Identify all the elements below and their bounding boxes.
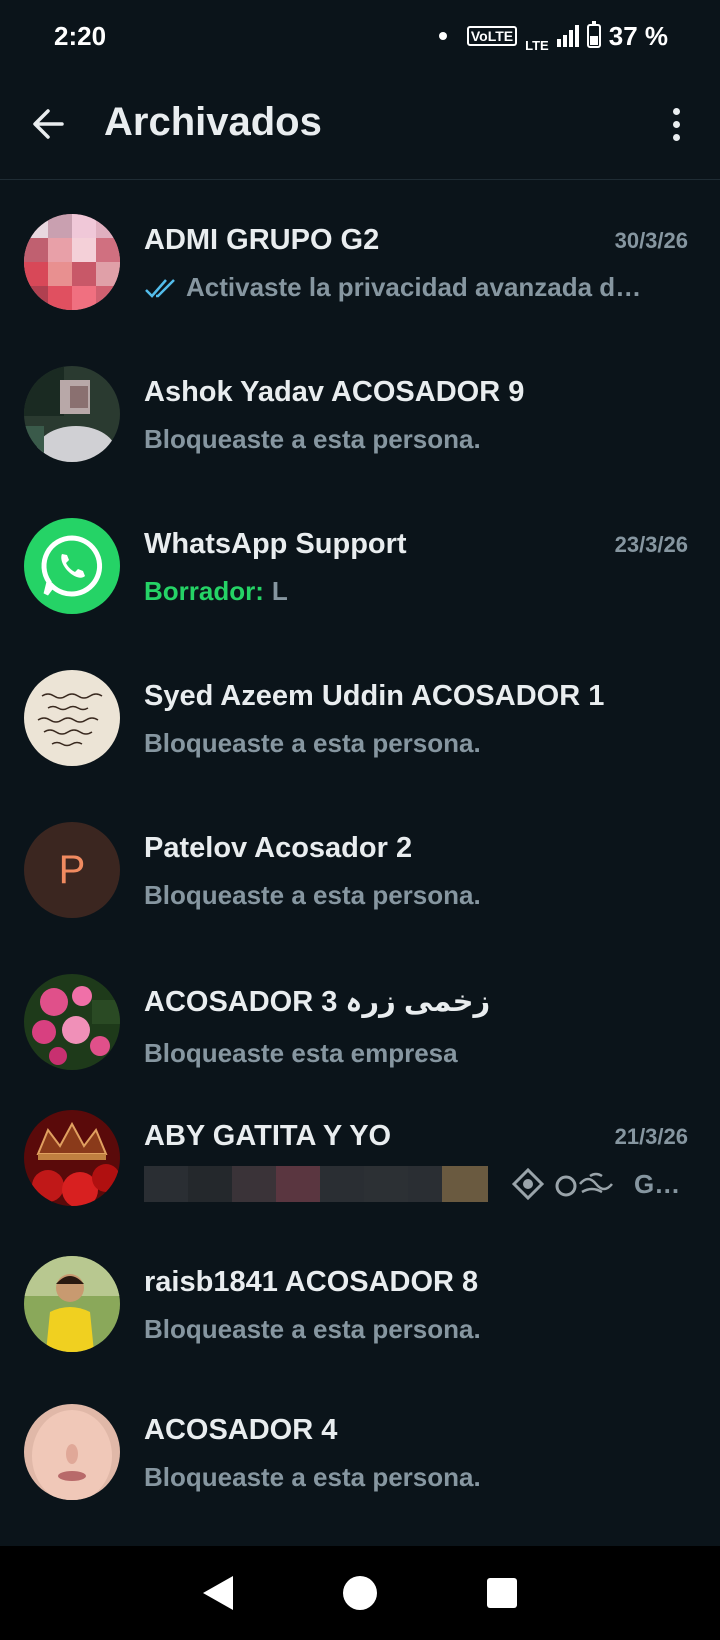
chat-row[interactable]: ABY GATITA Y YO 21/3/26 G… <box>0 1102 720 1238</box>
page-title: Archivados <box>104 100 322 144</box>
status-time: 2:20 <box>54 20 107 51</box>
chat-name: Ashok Yadav ACOSADOR 9 <box>144 376 525 408</box>
chat-row[interactable]: P Patelov Acosador 2 Bloqueaste a esta p… <box>0 798 720 950</box>
chat-preview-text: Bloqueaste a esta persona. <box>144 728 481 758</box>
chat-preview-text: Bloqueaste a esta persona. <box>144 1462 481 1492</box>
status-icons: VoLTE LTE 37 % <box>438 20 668 53</box>
draft-label: Borrador: <box>144 576 264 606</box>
chat-preview: Bloqueaste esta empresa <box>144 1038 458 1069</box>
chat-row[interactable]: Ashok Yadav ACOSADOR 9 Bloqueaste a esta… <box>0 342 720 494</box>
more-options-icon[interactable] <box>660 102 692 146</box>
chat-date: 23/3/26 <box>614 532 688 557</box>
chat-row[interactable]: Syed Azeem Uddin ACOSADOR 1 Bloqueaste a… <box>0 646 720 798</box>
avatar-letter: P <box>58 847 86 892</box>
avatar[interactable] <box>24 974 120 1070</box>
back-arrow-icon[interactable] <box>28 102 72 146</box>
chat-preview-text: Bloqueaste a esta persona. <box>144 880 481 910</box>
chat-name: Patelov Acosador 2 <box>144 832 413 864</box>
chat-name: Syed Azeem Uddin ACOSADOR 1 <box>144 680 605 712</box>
chat-row[interactable]: raisb1841 ACOSADOR 8 Bloqueaste a esta p… <box>0 1238 720 1384</box>
volte-icon: VoLTE <box>466 26 518 46</box>
chat-preview: Bloqueaste a esta persona. <box>144 1314 481 1345</box>
chat-preview-text: G… <box>634 1168 681 1199</box>
chat-date: 21/3/26 <box>614 1124 688 1149</box>
chat-preview: Bloqueaste a esta persona. <box>144 880 481 911</box>
chat-preview: G… <box>144 1166 680 1202</box>
chat-row[interactable]: ADMI GRUPO G2 30/3/26 Activaste la priva… <box>0 190 720 342</box>
lte-icon: LTE <box>525 37 549 53</box>
nav-recents-icon[interactable] <box>487 1578 517 1608</box>
chat-name: ACOSADOR 4 <box>144 1414 338 1446</box>
avatar[interactable] <box>24 1404 120 1500</box>
chat-preview: Bloqueaste a esta persona. <box>144 1462 481 1493</box>
chat-preview: Bloqueaste a esta persona. <box>144 728 481 759</box>
chat-name: ABY GATITA Y YO <box>144 1120 392 1152</box>
battery-percent: 37 % <box>608 20 668 51</box>
signal-icon <box>556 25 579 47</box>
chat-preview: Borrador: L <box>144 576 288 607</box>
emoji-decoration-icon <box>511 1167 613 1201</box>
chat-preview: Activaste la privacidad avanzada d… <box>144 272 641 303</box>
avatar[interactable] <box>24 518 120 614</box>
double-check-icon <box>145 278 175 298</box>
chat-name: ACOSADOR 3 زخمی زرہ <box>144 986 491 1018</box>
nav-back-icon[interactable] <box>203 1576 233 1610</box>
avatar[interactable] <box>24 366 120 462</box>
system-nav-bar <box>0 1546 720 1640</box>
notification-dot-icon <box>438 32 447 40</box>
chat-row[interactable]: ACOSADOR 3 زخمی زرہ Bloqueaste esta empr… <box>0 950 720 1102</box>
chat-name: raisb1841 ACOSADOR 8 <box>144 1266 479 1298</box>
avatar[interactable] <box>24 1110 120 1206</box>
pixelated-content <box>144 1166 488 1202</box>
avatar[interactable] <box>24 670 120 766</box>
chat-preview-text: Bloqueaste esta empresa <box>144 1038 458 1068</box>
status-bar: 2:20 VoLTE LTE 37 % <box>0 0 720 72</box>
battery-icon <box>586 21 601 48</box>
chat-name: ADMI GRUPO G2 <box>144 224 380 256</box>
archived-chat-list: ADMI GRUPO G2 30/3/26 Activaste la priva… <box>0 190 720 1536</box>
chat-preview-text: Bloqueaste a esta persona. <box>144 424 481 454</box>
avatar[interactable] <box>24 1256 120 1352</box>
avatar[interactable]: P <box>24 822 120 918</box>
whatsapp-logo-icon <box>41 535 103 597</box>
chat-preview-text: L <box>271 576 288 606</box>
nav-home-icon[interactable] <box>343 1576 377 1610</box>
chat-date: 30/3/26 <box>614 228 688 253</box>
chat-preview-text: Bloqueaste a esta persona. <box>144 1314 481 1344</box>
chat-row[interactable]: WhatsApp Support 23/3/26 Borrador: L <box>0 494 720 646</box>
chat-preview: Bloqueaste a esta persona. <box>144 424 481 455</box>
chat-row[interactable]: ACOSADOR 4 Bloqueaste a esta persona. <box>0 1384 720 1536</box>
avatar[interactable] <box>24 214 120 310</box>
chat-preview-text: Activaste la privacidad avanzada d… <box>186 272 642 302</box>
app-bar: Archivados <box>0 72 720 180</box>
chat-name: WhatsApp Support <box>144 528 407 560</box>
